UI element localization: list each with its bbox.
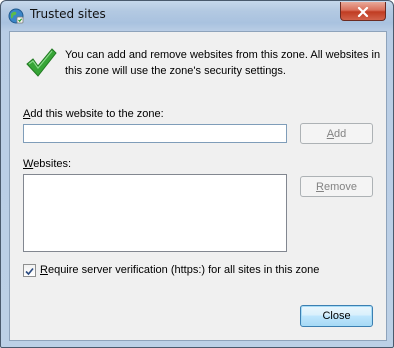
add-button[interactable]: Add <box>300 123 373 144</box>
window-title: Trusted sites <box>30 7 106 21</box>
add-site-label: Add this website to the zone: <box>23 108 164 120</box>
require-https-label[interactable]: Require server verification (https:) for… <box>40 264 319 276</box>
require-https-checkbox[interactable] <box>23 264 36 277</box>
window-close-button[interactable] <box>340 2 386 21</box>
zone-info-text: You can add and remove websites from thi… <box>65 49 381 77</box>
add-site-input[interactable] <box>23 124 287 143</box>
green-checkmark-icon <box>24 46 58 80</box>
title-bar[interactable]: Trusted sites <box>1 1 393 31</box>
dialog-body: You can add and remove websites from thi… <box>9 31 387 341</box>
close-icon <box>357 2 369 21</box>
websites-label: Websites: <box>23 158 72 170</box>
globe-icon <box>8 8 24 24</box>
trusted-sites-dialog: Trusted sites You can add and remove web… <box>0 0 394 348</box>
checkmark-icon <box>25 261 34 280</box>
remove-button[interactable]: Remove <box>300 176 373 197</box>
websites-list[interactable] <box>23 174 287 252</box>
close-button[interactable]: Close <box>300 305 373 327</box>
